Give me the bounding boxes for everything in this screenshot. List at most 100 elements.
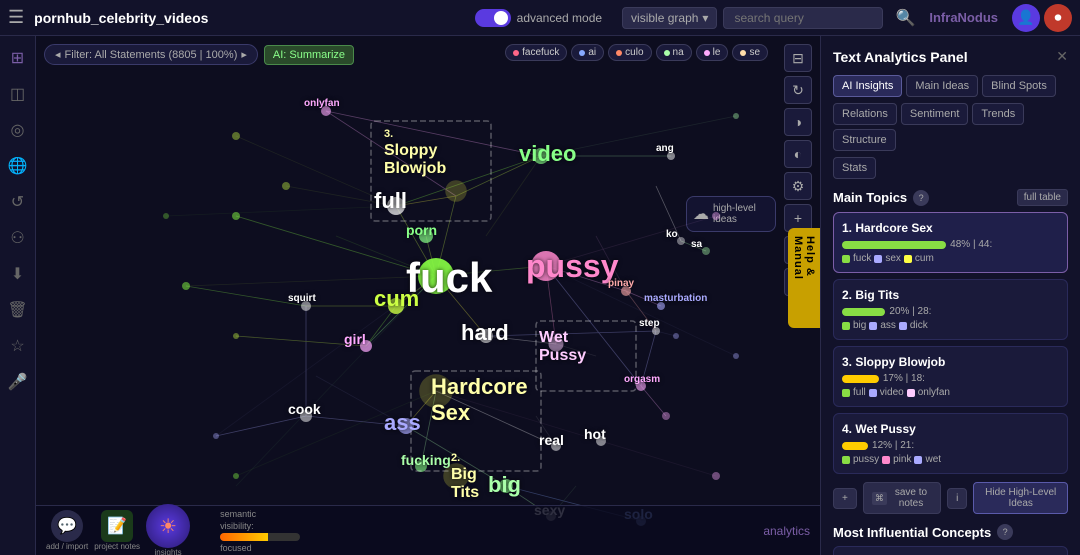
visible-graph-button[interactable]: visible graph ▾ <box>622 7 717 29</box>
topics-help[interactable]: ? <box>913 190 929 206</box>
filter-bar: ◂ Filter: All Statements (8805 | 100%) ▸… <box>44 44 354 65</box>
tag-label-ass: ass <box>880 320 896 331</box>
add-button[interactable]: + <box>833 488 857 509</box>
tag-label-pussy: pussy <box>853 454 879 465</box>
sidebar-icon-filter[interactable]: ⊞ <box>4 44 32 72</box>
tag-dot-pink <box>882 456 890 464</box>
topic-bar-row-4: 12% | 21: <box>842 440 1059 451</box>
panel-header: Text Analytics Panel ✕ <box>833 48 1068 65</box>
topic-tags-1: fuck sex cum <box>842 253 1059 264</box>
tab-row-3: Stats <box>833 157 1068 179</box>
topic-card-2[interactable]: 2. Big Tits 20% | 28: big ass dick <box>833 279 1068 340</box>
filter-label: Filter: All Statements (8805 | 100%) <box>65 49 238 61</box>
chat-icon[interactable]: 💬 <box>51 510 83 542</box>
topics-title: Main Topics <box>833 190 907 205</box>
search-area: visible graph ▾ 🔍 <box>622 7 921 29</box>
graph-canvas <box>36 36 820 555</box>
sidebar-icon-star[interactable]: ☆ <box>4 332 32 360</box>
sidebar-icon-graph[interactable]: ◎ <box>4 116 32 144</box>
graph-area[interactable]: ◂ Filter: All Statements (8805 | 100%) ▸… <box>36 36 820 555</box>
sidebar-icon-history[interactable]: ↺ <box>4 188 32 216</box>
tag-dot-wet <box>914 456 922 464</box>
save-notes-label: save to notes <box>890 487 932 509</box>
help-panel[interactable]: Help & Manual <box>788 228 820 328</box>
tag-label-video: video <box>880 387 904 398</box>
topic-name-2: 2. Big Tits <box>842 288 1059 302</box>
tag-dot-pussy <box>842 456 850 464</box>
notes-button-group: 📝 project notes <box>94 510 140 551</box>
record-avatar[interactable]: ⏺ <box>1044 4 1072 32</box>
tab-sentiment[interactable]: Sentiment <box>901 103 969 125</box>
ai-summarize-button[interactable]: AI: Summarize <box>264 45 354 65</box>
help-panel-label: Help & Manual <box>792 236 816 320</box>
info-button[interactable]: i <box>947 488 967 509</box>
tag-dot-video <box>869 389 877 397</box>
toggle-knob <box>494 11 508 25</box>
sidebar-icon-trash[interactable]: 🗑 <box>4 296 32 324</box>
topic-card-3[interactable]: 3. Sloppy Blowjob 17% | 18: full video o… <box>833 346 1068 407</box>
tab-blind-spots[interactable]: Blind Spots <box>982 75 1056 97</box>
advanced-mode-toggle[interactable] <box>475 9 511 27</box>
left-sidebar: ⊞ ◫ ◎ 🌐 ↺ ⚇ ⬇ 🗑 ☆ 🎤 <box>0 36 36 555</box>
tag-label-sex: sex <box>885 253 901 264</box>
full-table-button[interactable]: full table <box>1017 189 1068 206</box>
tab-row-1: AI Insights Main Ideas Blind Spots <box>833 75 1068 97</box>
main-layout: ⊞ ◫ ◎ 🌐 ↺ ⚇ ⬇ 🗑 ☆ 🎤 ◂ Filter: All Statem… <box>0 36 1080 555</box>
topic-percent-3: 17% | 18: <box>883 373 925 384</box>
tab-stats[interactable]: Stats <box>833 157 876 179</box>
tab-relations[interactable]: Relations <box>833 103 897 125</box>
search-input[interactable] <box>723 7 883 29</box>
topic-bar-row-1: 48% | 44: <box>842 239 1059 250</box>
notes-icon[interactable]: 📝 <box>101 510 133 542</box>
semantic-label: semantic <box>220 509 300 519</box>
topic-percent-2: 20% | 28: <box>889 306 931 317</box>
advanced-mode-label: advanced mode <box>517 11 602 25</box>
tab-ai-insights[interactable]: AI Insights <box>833 75 902 97</box>
insights-icon[interactable]: ☀ <box>146 504 190 548</box>
close-panel-button[interactable]: ✕ <box>1056 48 1068 65</box>
sidebar-icon-import[interactable]: ⬇ <box>4 260 32 288</box>
analytics-button[interactable]: analytics <box>763 524 810 538</box>
tag-label-onlyfan: onlyfan <box>918 387 950 398</box>
tab-structure[interactable]: Structure <box>833 129 896 151</box>
topic-tags-4: pussy pink wet <box>842 454 1059 465</box>
topic-percent-4: 12% | 21: <box>872 440 914 451</box>
bottom-left-icons: 💬 add / import 📝 project notes ☀ insight… <box>46 504 190 555</box>
tag-label-dick: dick <box>910 320 928 331</box>
filter-pill[interactable]: ◂ Filter: All Statements (8805 | 100%) ▸ <box>44 44 258 65</box>
concepts-title: Most Influential Concepts <box>833 525 991 540</box>
tag-label-pink: pink <box>893 454 911 465</box>
tag-dot-cum <box>904 255 912 263</box>
brand-label: InfraNodus <box>929 10 998 25</box>
topic-card-1[interactable]: 1. Hardcore Sex 48% | 44: fuck sex cum <box>833 212 1068 273</box>
tag-dot-dick <box>899 322 907 330</box>
topic-bar-4 <box>842 442 868 450</box>
concepts-help[interactable]: ? <box>997 524 1013 540</box>
tab-row-2: Relations Sentiment Trends Structure <box>833 103 1068 151</box>
bottom-bar: 💬 add / import 📝 project notes ☀ insight… <box>36 505 820 555</box>
concepts-card: fuck pussy full big ⌘ save to n <box>833 546 1068 555</box>
tab-main-ideas[interactable]: Main Ideas <box>906 75 978 97</box>
tab-trends[interactable]: Trends <box>972 103 1024 125</box>
topic-card-4[interactable]: 4. Wet Pussy 12% | 21: pussy pink wet <box>833 413 1068 474</box>
concepts-header: Most Influential Concepts ? <box>833 524 1068 540</box>
semantic-bar <box>220 533 300 541</box>
topbar: ☰ pornhub_celebrity_videos advanced mode… <box>0 0 1080 36</box>
add-import-label: add / import <box>46 542 88 551</box>
insights-label: insights <box>155 548 182 555</box>
tag-dot-onlyfan <box>907 389 915 397</box>
sidebar-icon-layers[interactable]: ◫ <box>4 80 32 108</box>
hide-high-level-button[interactable]: Hide High-Level Ideas <box>973 482 1068 514</box>
search-button[interactable]: 🔍 <box>895 8 915 28</box>
user-avatar[interactable]: 👤 <box>1012 4 1040 32</box>
save-to-notes-button[interactable]: ⌘ save to notes <box>863 482 941 514</box>
sidebar-icon-share[interactable]: ⚇ <box>4 224 32 252</box>
insights-button-group: ☀ insights <box>146 504 190 555</box>
sidebar-icon-globe[interactable]: 🌐 <box>4 152 32 180</box>
tag-label-fuck: fuck <box>853 253 871 264</box>
focused-label: focused <box>220 543 300 553</box>
advanced-toggle: advanced mode <box>475 9 602 27</box>
topic-name-3: 3. Sloppy Blowjob <box>842 355 1059 369</box>
sidebar-icon-mic[interactable]: 🎤 <box>4 368 32 396</box>
menu-icon[interactable]: ☰ <box>8 7 24 28</box>
